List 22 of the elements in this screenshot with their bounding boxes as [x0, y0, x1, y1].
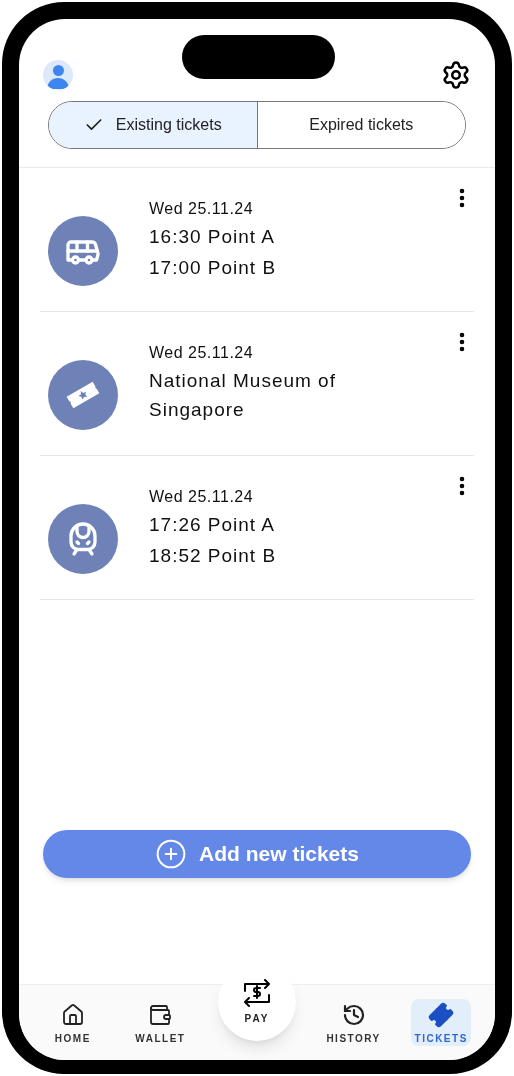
- ticket-date: Wed 25.11.24: [149, 487, 255, 507]
- nav-item[interactable]: TICKETS: [411, 999, 472, 1046]
- home-icon: [60, 1003, 85, 1027]
- money-transfer-icon: [241, 978, 273, 1007]
- nav-item[interactable]: HOME: [42, 999, 103, 1046]
- history-icon: [341, 1003, 366, 1027]
- add-icon: [155, 838, 188, 870]
- ticket-date: Wed 25.11.24: [149, 199, 255, 219]
- nav-item[interactable]: WALLET: [130, 999, 191, 1046]
- ticket-detail: 17:26 Point A: [149, 513, 277, 537]
- nav-item[interactable]: HISTORY: [323, 999, 384, 1046]
- ticket-date: Wed 25.11.24: [149, 343, 255, 363]
- ticket-detail: 17:00 Point B: [149, 256, 278, 280]
- ticket-detail: National Museum of Singapore: [149, 369, 337, 422]
- avatar-icon: [43, 60, 73, 90]
- ticket-detail: 18:52 Point B: [149, 544, 278, 568]
- tab[interactable]: Existing tickets: [49, 102, 257, 148]
- wallet-icon: [148, 1003, 173, 1027]
- pay-button[interactable]: PAY: [218, 963, 296, 1041]
- tab[interactable]: Expired tickets: [256, 102, 465, 148]
- ticket-detail: 16:30 Point A: [149, 225, 277, 249]
- settings-icon[interactable]: [441, 60, 471, 90]
